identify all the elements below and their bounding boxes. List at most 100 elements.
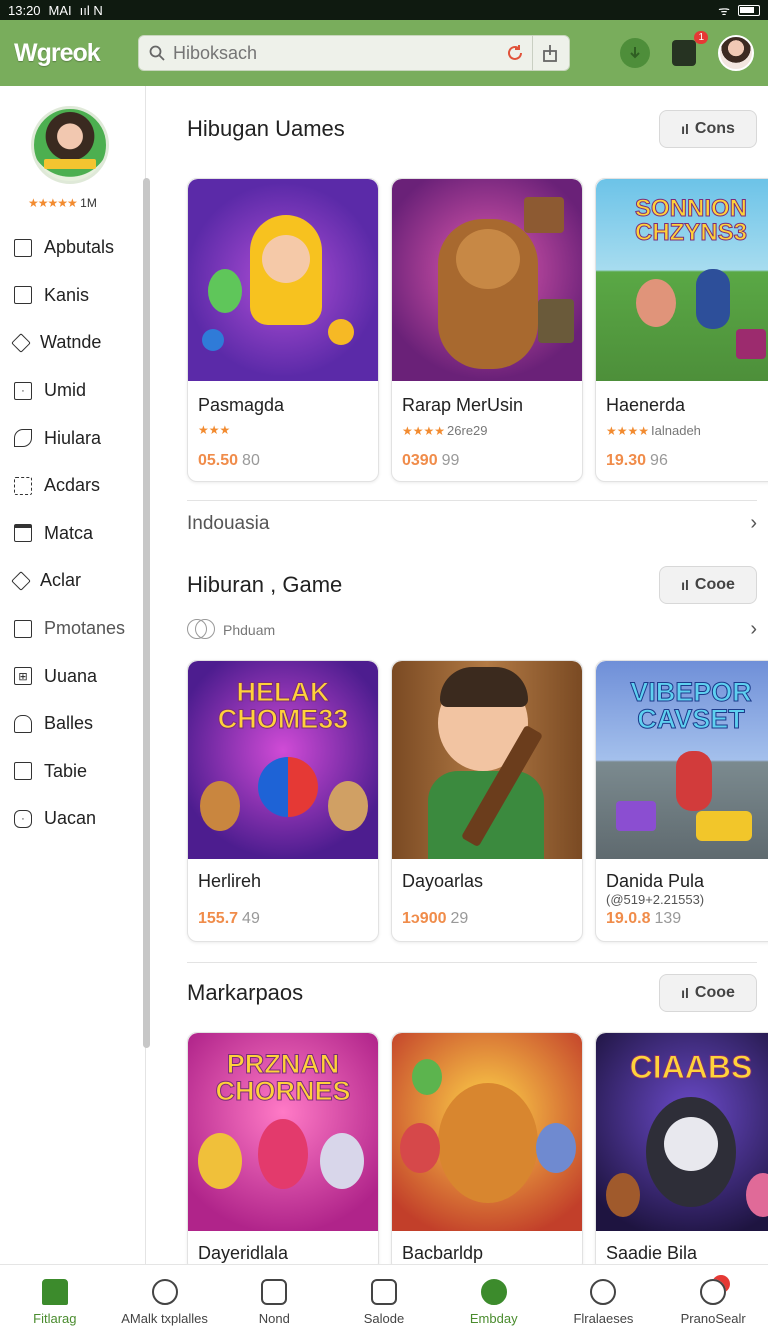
house-icon — [14, 714, 32, 733]
status-extras: ııl N — [79, 2, 103, 18]
heart-chat-icon — [151, 1279, 178, 1305]
download-icon — [630, 47, 640, 59]
sidebar-item[interactable]: Balles — [0, 700, 145, 748]
sidebar-item[interactable]: Kanis — [0, 272, 145, 320]
game-card[interactable]: Rarap MerUsin ★★★★ 26re29 0390 99 — [391, 178, 583, 482]
user-avatar[interactable] — [718, 35, 754, 71]
home-icon — [41, 1279, 68, 1305]
location-icon — [480, 1279, 507, 1305]
nav-profile[interactable]: PranoSealr — [658, 1265, 768, 1344]
sidebar-item[interactable]: Tabie — [0, 748, 145, 796]
square-icon — [14, 619, 32, 638]
section-header: Hiburan , Game ıl Cooe — [187, 566, 757, 604]
search-input[interactable] — [173, 42, 498, 64]
game-name: Dayeridlala — [198, 1243, 289, 1263]
status-carrier: MAI — [48, 2, 72, 18]
nav-dice[interactable]: Salode — [329, 1265, 439, 1344]
sidebar-item[interactable]: Aclar — [0, 557, 145, 605]
game-name: Saadie Bila — [606, 1243, 698, 1263]
refresh-icon[interactable] — [506, 44, 524, 62]
game-name: Haenerda — [606, 395, 686, 415]
see-more-button[interactable]: ıl Cooe — [659, 566, 757, 604]
game-card[interactable]: Dayoarlas 1ɔ900 29 — [391, 660, 583, 942]
game-thumbnail — [392, 1033, 582, 1231]
download-button[interactable] — [620, 38, 650, 68]
nav-chat[interactable]: AMalk txplalles — [110, 1265, 220, 1344]
diamond-icon — [11, 571, 31, 591]
chevron-right-icon: › — [750, 618, 757, 640]
nav-location[interactable]: Embday — [439, 1265, 549, 1344]
share-icon[interactable] — [541, 44, 559, 62]
game-rating: ★★★★ Ialnadeh — [606, 423, 701, 438]
game-thumbnail: HELAK CHOME33 — [188, 661, 378, 859]
game-thumbnail: SONNION CHZYNS3 — [596, 179, 768, 381]
game-name: Herlireh — [198, 871, 262, 891]
bottom-nav: Fitlarag AMalk txplalles Nond Salode Emb… — [0, 1264, 768, 1344]
dot-square-icon: · — [14, 381, 32, 400]
profile-picture[interactable] — [31, 106, 109, 184]
search-bar[interactable] — [138, 35, 570, 71]
status-bar: 13:20 MAI ııl N ᯤ — [0, 0, 768, 20]
game-card[interactable]: CIAABS Saadie Bila — [595, 1032, 768, 1264]
wifi-icon: ᯤ — [718, 3, 730, 18]
rating-count: 1M — [80, 196, 97, 210]
nav-person[interactable]: Flralaeses — [549, 1265, 659, 1344]
sidebar-item[interactable]: Acdars — [0, 462, 145, 510]
square-icon — [14, 762, 32, 781]
search-divider — [532, 35, 533, 71]
battery-icon — [738, 4, 760, 16]
game-card[interactable]: SONNION CHZYNS3 Haenerda ★★★★ Ialnadeh 19… — [595, 178, 768, 482]
sidebar-item[interactable]: · Uacan — [0, 795, 145, 843]
dice-icon — [371, 1279, 398, 1305]
game-name: Rarap MerUsin — [402, 395, 524, 415]
tag-icon — [11, 333, 31, 353]
game-card[interactable]: Bacbarldp — [391, 1032, 583, 1264]
book-icon — [14, 286, 32, 305]
game-price: 155.7 49 — [198, 910, 260, 927]
game-price: 19.30 96 — [606, 452, 668, 469]
nav-phone[interactable]: Nond — [219, 1265, 329, 1344]
game-rating: ★★★ — [198, 423, 231, 437]
filter-icon: ıl — [681, 121, 689, 137]
sidebar-item[interactable]: Hiulara — [0, 414, 145, 462]
game-rating: ★★★★ 26re29 — [402, 423, 488, 438]
game-price: 19.0.8 139 — [606, 910, 682, 927]
game-card[interactable]: VIBEPOR CAVSET Danida Pula (@519+2.21553… — [595, 660, 768, 942]
cart-badge: 1 — [694, 31, 708, 44]
filter-row[interactable]: Phduam › — [187, 618, 757, 641]
sidebar-item[interactable]: Apbutals — [0, 224, 145, 272]
section-title: Markarpaos — [187, 980, 304, 1005]
game-card[interactable]: HELAK CHOME33 Herlireh 155.7 49 — [187, 660, 379, 942]
game-card[interactable]: PRZNAN CHORNES Dayeridlala — [187, 1032, 379, 1264]
cart-button[interactable]: 1 — [672, 31, 708, 66]
sidebar-item[interactable]: Pmotanes — [0, 605, 145, 653]
chevron-right-icon: › — [750, 512, 757, 534]
person-icon — [590, 1279, 617, 1305]
person-badge-icon — [700, 1279, 727, 1305]
puzzle-icon — [14, 476, 32, 495]
thumbnail-title: HELAK CHOME33 — [217, 677, 349, 734]
game-card[interactable]: Pasmagda ★★★ 05.50 80 — [187, 178, 379, 482]
filter-icon: ıl — [681, 985, 689, 1001]
sidebar-item[interactable]: ⊞ Uuana — [0, 652, 145, 700]
game-thumbnail: VIBEPOR CAVSET — [596, 661, 768, 859]
see-more-button[interactable]: ıl Cons — [659, 110, 757, 148]
app-logo[interactable]: Wgreok — [14, 39, 138, 68]
thumbnail-title: CIAABS — [629, 1049, 753, 1085]
section-divider — [187, 500, 757, 501]
grid-icon: ⊞ — [14, 667, 32, 686]
game-price: 1ɔ900 29 — [402, 910, 469, 927]
thumbnail-title: VIBEPOR CAVSET — [630, 677, 753, 734]
sidebar-item[interactable]: Watnde — [0, 319, 145, 367]
toggle-circles-icon — [187, 618, 215, 641]
sidebar-item[interactable]: Matca — [0, 510, 145, 558]
nav-home[interactable]: Fitlarag — [0, 1265, 110, 1344]
clock-icon: · — [14, 809, 32, 828]
category-link[interactable]: Indouasia › — [187, 512, 757, 535]
see-more-button[interactable]: ıl Cooe — [659, 974, 757, 1012]
sidebar-item[interactable]: · Umid — [0, 367, 145, 415]
sidebar-nav: Apbutals Kanis Watnde · Umid Hiulara Acda… — [0, 224, 145, 843]
game-name: Bacbarldp — [402, 1243, 484, 1263]
game-price: 05.50 80 — [198, 452, 260, 469]
game-thumbnail — [188, 179, 378, 381]
